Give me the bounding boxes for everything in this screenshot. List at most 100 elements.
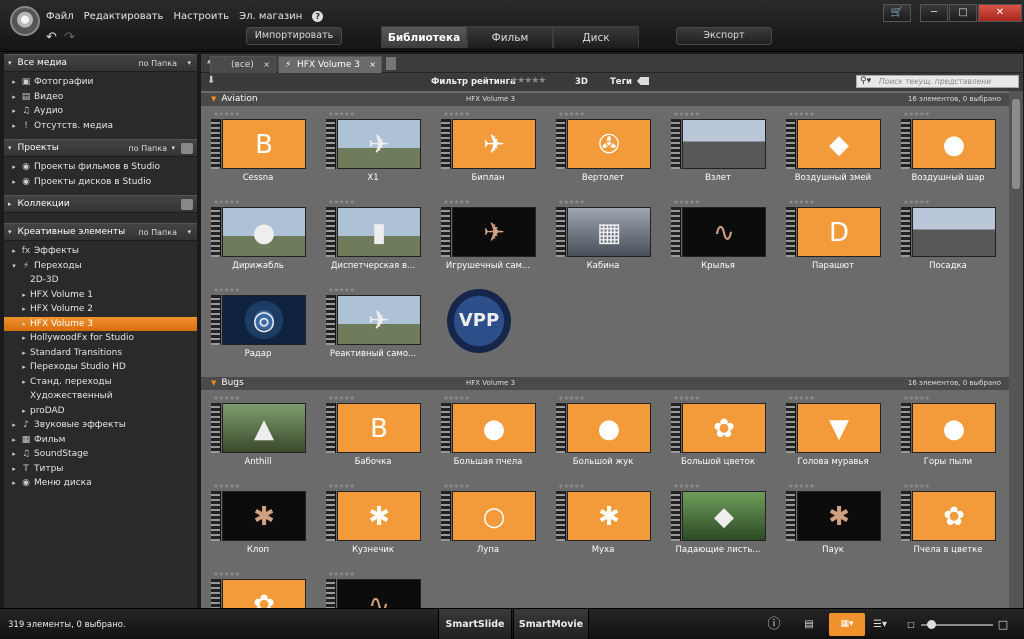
expand-arrow-icon[interactable]: ▸	[8, 163, 20, 171]
tags-filter[interactable]: Теги	[610, 77, 632, 87]
asset-thumbnail[interactable]: ✱	[567, 491, 651, 541]
tag-icon[interactable]	[637, 77, 649, 85]
asset-tile[interactable]: ★★★★★ ✿ Пчела в цветке	[901, 482, 996, 566]
chevron-down-icon[interactable]: ▾	[187, 59, 191, 67]
sort-dropdown[interactable]: по Папка	[138, 228, 177, 237]
details-view-icon[interactable]: ☰▾	[866, 617, 894, 633]
expand-arrow-icon[interactable]: ▸	[18, 334, 30, 342]
sidebar-item-project[interactable]: ▸ ◉ Проекты дисков в Studio	[4, 175, 197, 190]
sidebar-item-creative[interactable]: ▸ proDAD	[4, 404, 197, 419]
group-title[interactable]: ▼ Aviation	[211, 94, 258, 104]
maximize-icon[interactable]: □	[949, 4, 977, 22]
sidebar-item-creative[interactable]: ▸ ▦ Фильм	[4, 433, 197, 448]
close-tab-icon[interactable]: ×	[263, 57, 270, 73]
asset-thumbnail[interactable]: ◆	[682, 491, 766, 541]
rating-stars[interactable]: ★★★★★	[558, 394, 585, 402]
asset-tile[interactable]: ★★★★★ ✈ Биплан	[441, 110, 536, 194]
rating-stars[interactable]: ★★★★★	[213, 110, 240, 118]
sidebar-item-creative[interactable]: ▸ HFX Volume 1	[4, 288, 197, 303]
rating-stars[interactable]: ★★★★★	[328, 570, 355, 578]
asset-tile[interactable]: ★★★★★ ∿ Крылья	[671, 198, 766, 282]
menu-settings[interactable]: Настроить	[173, 11, 229, 22]
zoom-in-icon[interactable]: □	[997, 617, 1009, 633]
asset-tile[interactable]: ★★★★★ ◆ Воздушный змей	[786, 110, 881, 194]
asset-thumbnail[interactable]: ✈	[337, 295, 421, 345]
asset-thumbnail[interactable]: ✿	[222, 579, 306, 608]
rating-stars[interactable]: ★★★★★	[443, 394, 470, 402]
asset-tile[interactable]: VPP	[441, 286, 535, 370]
import-button[interactable]: Импортировать	[246, 27, 342, 45]
search-input[interactable]: ⚲▾ Поиск текущ. представлени	[856, 75, 1019, 88]
stack-icon[interactable]: ▤	[800, 617, 818, 633]
help-icon[interactable]: ?	[312, 11, 324, 22]
sidebar-item-creative[interactable]: ▸ ♪ Звуковые эффекты	[4, 418, 197, 433]
rating-stars[interactable]: ★★★★★	[788, 394, 815, 402]
undo-icon[interactable]: ↶	[46, 30, 57, 45]
asset-thumbnail[interactable]: ●	[452, 403, 536, 453]
menu-edit[interactable]: Редактировать	[84, 11, 164, 22]
collapse-icon[interactable]: ▾	[8, 228, 12, 236]
asset-thumbnail[interactable]: ●	[567, 403, 651, 453]
section-projects[interactable]: ▾ Проекты по Папка ▾	[4, 139, 197, 157]
scrollbar-thumb[interactable]	[1012, 99, 1020, 189]
asset-tile[interactable]: ★★★★★ ▼ Голова муравья	[786, 394, 881, 478]
asset-thumbnail[interactable]: ▮	[337, 207, 421, 257]
asset-thumbnail[interactable]: ✱	[222, 491, 306, 541]
expand-arrow-icon[interactable]: ▸	[8, 247, 20, 255]
asset-tile[interactable]: ★★★★★ B Бабочка	[326, 394, 421, 478]
sidebar-item-creative[interactable]: Художественный	[4, 389, 197, 404]
expand-arrow-icon[interactable]: ▸	[8, 465, 20, 473]
group-header[interactable]: ▼ Bugs HFX Volume 3 16 элементов, 0 выбрано	[201, 377, 1009, 390]
asset-tile[interactable]: ★★★★★ ▲ Anthill	[211, 394, 306, 478]
asset-thumbnail[interactable]: ○	[452, 491, 536, 541]
section-all-media[interactable]: ▾ Все медиа по Папка ▾	[4, 54, 197, 72]
tag-filter-icon[interactable]: ⬇	[207, 75, 215, 86]
sidebar-item-media[interactable]: ▸ ♫ Аудио	[4, 104, 197, 119]
asset-thumbnail[interactable]: B	[222, 119, 306, 169]
asset-tile[interactable]: ★★★★★ ✱ Паук	[786, 482, 881, 566]
expand-arrow-icon[interactable]: ▸	[18, 349, 30, 357]
rating-stars[interactable]: ★★★★★	[903, 482, 930, 490]
menu-store[interactable]: Эл. магазин	[239, 11, 302, 22]
asset-thumbnail[interactable]: ✈	[337, 119, 421, 169]
asset-tile[interactable]: ★★★★★ ✇ Вертолет	[556, 110, 651, 194]
asset-tile[interactable]: ★★★★★ ✱ Кузнечик	[326, 482, 421, 566]
asset-thumbnail[interactable]: ✇	[567, 119, 651, 169]
rating-stars[interactable]: ★★★★★	[328, 394, 355, 402]
asset-tile[interactable]: ★★★★★ Посадка	[901, 198, 996, 282]
expand-arrow-icon[interactable]: ▸	[18, 305, 30, 313]
rating-stars[interactable]: ★★★★★	[443, 110, 470, 118]
new-tab-icon[interactable]	[386, 57, 396, 70]
collections-icon[interactable]	[181, 199, 193, 210]
collapse-icon[interactable]: ▾	[8, 144, 12, 152]
rating-stars[interactable]: ★★★★★	[673, 110, 700, 118]
group-header[interactable]: ▼ Aviation HFX Volume 3 16 элементов, 0 выб…	[201, 93, 1009, 106]
rating-stars[interactable]: ★★★★★	[903, 198, 930, 206]
asset-tile[interactable]: ★★★★★ ▮ Диспетчерская в...	[326, 198, 421, 282]
section-creative[interactable]: ▾ Креативные элементы по Папка ▾	[4, 223, 197, 241]
expand-arrow-icon[interactable]: ▾	[8, 262, 20, 270]
rating-stars[interactable]: ★★★★★	[788, 198, 815, 206]
sidebar-item-project[interactable]: ▸ ◉ Проекты фильмов в Studio	[4, 160, 197, 175]
expand-arrow-icon[interactable]: ▸	[18, 291, 30, 299]
sidebar-item-creative[interactable]: ▸ ♫ SoundStage	[4, 447, 197, 462]
rating-stars[interactable]: ★★★★★	[213, 198, 240, 206]
sidebar-item-creative[interactable]: ▸ Standard Transitions	[4, 346, 197, 361]
expand-arrow-icon[interactable]: ▸	[8, 178, 20, 186]
asset-tile[interactable]: ★★★★★ ◎ Радар	[211, 286, 306, 370]
expand-arrow-icon[interactable]: ▸	[8, 107, 20, 115]
sidebar-item-creative[interactable]: ▸ T Титры	[4, 462, 197, 477]
asset-thumbnail[interactable]: ◆	[797, 119, 881, 169]
expand-arrow-icon[interactable]: ▸	[8, 78, 20, 86]
rating-stars[interactable]: ★★★★★	[213, 286, 240, 294]
rating-stars[interactable]: ★★★★★	[903, 394, 930, 402]
expand-arrow-icon[interactable]: ▸	[18, 378, 30, 386]
asset-thumbnail[interactable]: ▲	[222, 403, 306, 453]
asset-tile[interactable]: ★★★★★ ✱ Клоп	[211, 482, 306, 566]
rating-stars[interactable]: ★★★★★	[213, 570, 240, 578]
expand-arrow-icon[interactable]: ▸	[8, 122, 20, 130]
rating-stars[interactable]: ★★★★★	[443, 198, 470, 206]
asset-thumbnail[interactable]: ●	[222, 207, 306, 257]
smartslide-button[interactable]: SmartSlide	[438, 609, 512, 639]
asset-tile[interactable]: ★★★★★ B Cessna	[211, 110, 306, 194]
